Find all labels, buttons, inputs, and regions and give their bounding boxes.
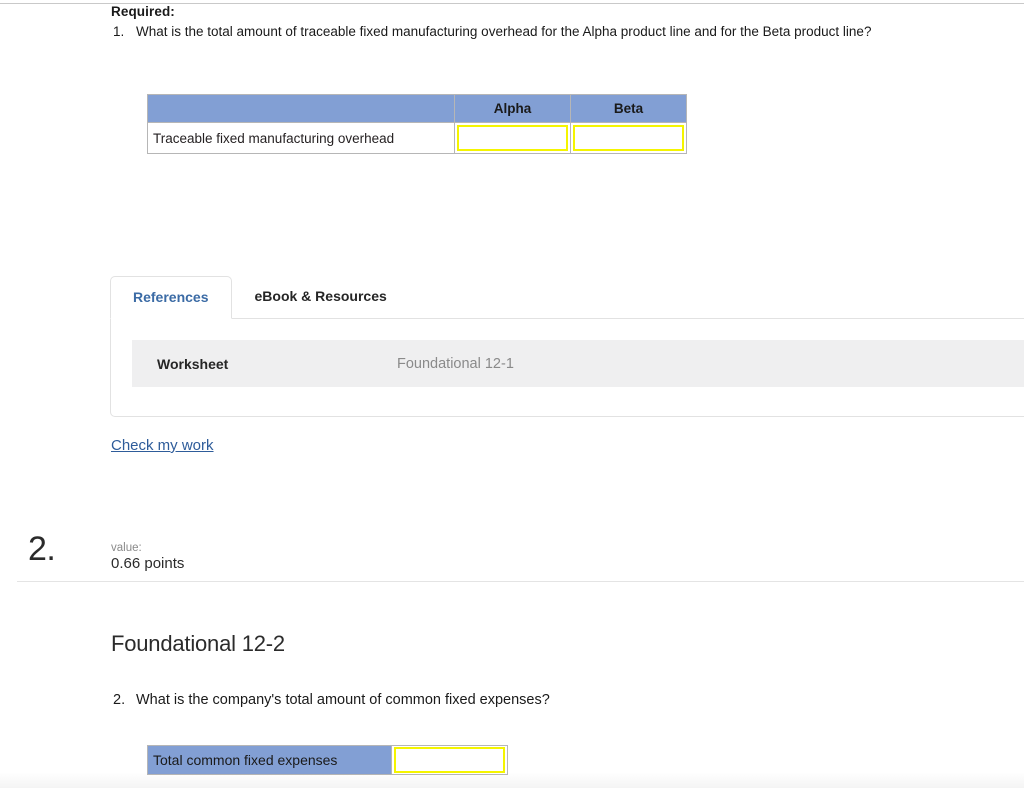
question-2-number: 2.	[28, 530, 56, 568]
answer-table-common-fixed-expenses: Total common fixed expenses	[147, 745, 508, 775]
table-header-row: Alpha Beta	[147, 94, 687, 123]
row-label-traceable-overhead: Traceable fixed manufacturing overhead	[147, 122, 455, 154]
question-2-value-block: value: 0.66 points	[111, 541, 184, 573]
input-total-common-fixed-expenses[interactable]	[394, 747, 505, 773]
answer-table-traceable-overhead: Alpha Beta Traceable fixed manufacturing…	[147, 94, 687, 154]
question-1-item: 1. What is the total amount of traceable…	[111, 23, 911, 42]
cell-beta	[570, 122, 687, 154]
references-tabs-container: References eBook & Resources Worksheet F…	[110, 276, 1024, 417]
tab-ebook-and-resources[interactable]: eBook & Resources	[232, 275, 410, 318]
question-1-prompt: Required: 1. What is the total amount of…	[111, 4, 911, 42]
cell-alpha	[454, 122, 571, 154]
question-2-item: 2. What is the company's total amount of…	[111, 691, 911, 710]
tab-panel-references: Worksheet Foundational 12-1	[110, 318, 1024, 417]
table-header-beta: Beta	[570, 94, 687, 123]
worksheet-reference: Foundational 12-1	[397, 355, 514, 372]
table-row: Total common fixed expenses	[147, 745, 508, 775]
question-2-value-label: value:	[111, 542, 142, 554]
question-2-divider	[17, 581, 1024, 582]
check-my-work-link[interactable]: Check my work	[111, 437, 214, 454]
table-header-alpha: Alpha	[454, 94, 571, 123]
worksheet-row: Worksheet Foundational 12-1	[132, 340, 1024, 387]
cell-total-common-fixed-expenses	[391, 745, 508, 775]
tab-references[interactable]: References	[110, 276, 232, 319]
worksheet-label: Worksheet	[157, 355, 229, 372]
tab-strip: References eBook & Resources	[110, 275, 1024, 319]
question-2-list: 2. What is the company's total amount of…	[111, 691, 911, 710]
table-header-blank	[147, 94, 455, 123]
required-label: Required:	[111, 4, 175, 19]
row-label-total-common-fixed-expenses: Total common fixed expenses	[147, 745, 392, 775]
question-1-item-number: 1.	[113, 24, 125, 39]
question-2-item-number: 2.	[113, 692, 126, 708]
table-row: Traceable fixed manufacturing overhead	[147, 122, 687, 154]
question-1-list: 1. What is the total amount of traceable…	[111, 23, 911, 42]
input-beta-traceable-overhead[interactable]	[573, 125, 684, 151]
question-2-item-text: What is the company's total amount of co…	[136, 692, 550, 708]
assignment-page: Required: 1. What is the total amount of…	[0, 0, 1024, 788]
question-2-points: 0.66 points	[111, 555, 185, 572]
question-1-item-text: What is the total amount of traceable fi…	[136, 24, 872, 39]
question-2-heading: Foundational 12-2	[111, 631, 285, 656]
input-alpha-traceable-overhead[interactable]	[457, 125, 568, 151]
